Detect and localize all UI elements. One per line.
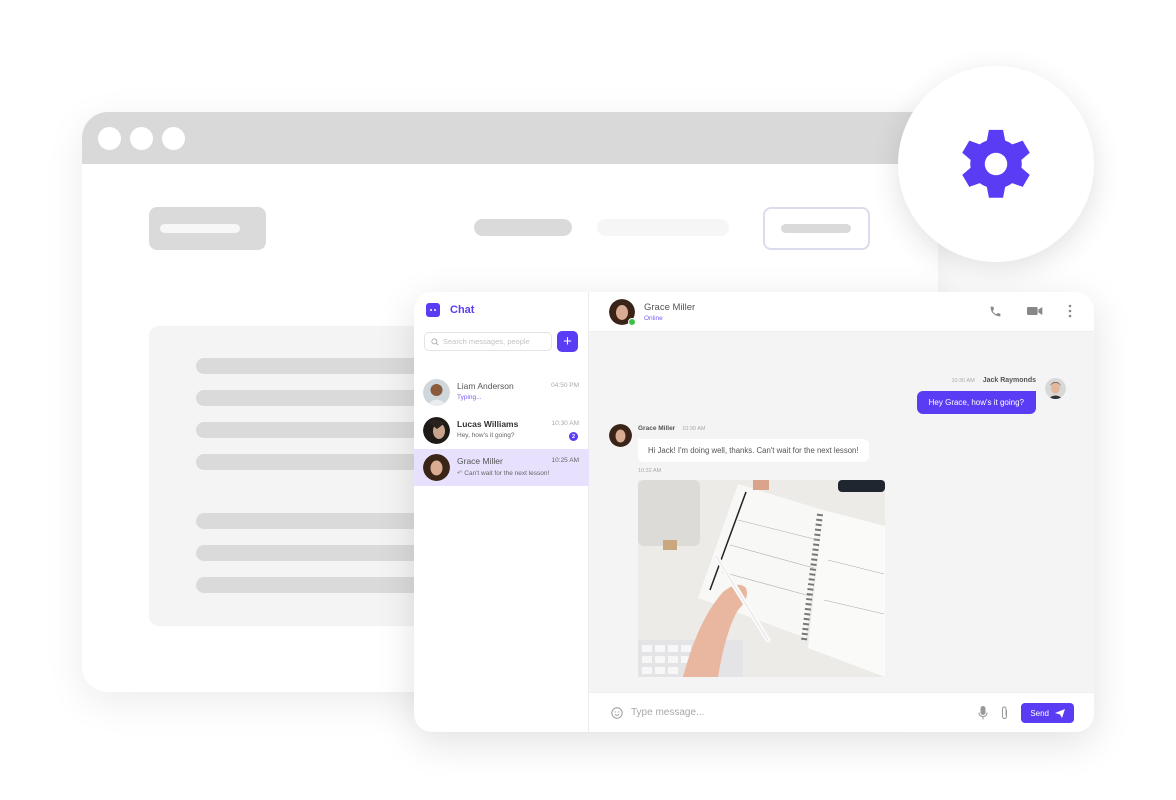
chat-header: Grace Miller Online <box>589 292 1094 332</box>
incoming-message-bubble: Hi Jack! I'm doing well, thanks. Can't w… <box>638 439 869 462</box>
message-composer: Send <box>589 692 1094 732</box>
chat-brand: Chat <box>426 303 474 317</box>
outgoing-message-bubble: Hey Grace, how's it going? <box>916 391 1036 414</box>
contact-name: Lucas Williams <box>457 419 519 429</box>
message-preview: ↶ Can't wait for the next lesson! <box>457 470 550 477</box>
contact-status: Online <box>644 314 663 322</box>
contact-avatar[interactable] <box>609 298 636 326</box>
more-vertical-icon[interactable] <box>1068 304 1072 318</box>
placeholder-button <box>763 207 870 250</box>
avatar <box>423 454 450 481</box>
gear-icon <box>962 129 1030 198</box>
browser-title-bar <box>82 112 938 164</box>
avatar <box>423 417 450 444</box>
phone-icon[interactable] <box>989 305 1002 318</box>
chat-bubble-icon <box>426 303 440 317</box>
message-list: 10:30 AM Jack Raymonds Hey Grace, how's … <box>589 332 1094 692</box>
conversation-pane: Grace Miller Online 10:30 AM Jack Raymon… <box>589 292 1094 732</box>
message-sender: Jack Raymonds <box>982 377 1036 384</box>
message-sender: Grace Miller <box>638 425 676 432</box>
chat-window: Chat + Liam Anderson Typing... 04:50 PM <box>414 292 1094 732</box>
conversation-item-active[interactable]: Grace Miller ↶ Can't wait for the next l… <box>414 449 589 486</box>
search-box[interactable] <box>424 332 552 351</box>
conversation-sidebar: Chat + Liam Anderson Typing... 04:50 PM <box>414 292 589 732</box>
window-control-dot <box>162 126 185 150</box>
avatar <box>1045 378 1066 399</box>
contact-name: Liam Anderson <box>457 381 514 391</box>
send-label: Send <box>1030 708 1049 718</box>
conversation-time: 04:50 PM <box>551 382 579 389</box>
message-preview: Hey, how's it going? <box>457 432 515 439</box>
message-meta: 10:30 AM Jack Raymonds <box>951 377 1036 384</box>
conversation-time: 10:25 AM <box>551 457 579 464</box>
window-control-dot <box>98 126 121 150</box>
typing-indicator: Typing... <box>457 394 482 401</box>
paper-plane-icon <box>1055 708 1065 718</box>
message-time: 10:30 AM <box>951 378 975 384</box>
window-control-dot <box>130 126 153 150</box>
image-attachment[interactable] <box>638 480 885 677</box>
reply-icon: ↶ <box>457 470 463 477</box>
placeholder-nav-item <box>597 219 729 236</box>
message-time: 10:30 AM <box>682 426 706 432</box>
settings-badge <box>898 66 1094 262</box>
avatar <box>609 424 632 447</box>
emoji-icon[interactable] <box>611 706 623 719</box>
unread-badge: 2 <box>569 432 578 441</box>
search-input[interactable] <box>443 337 543 346</box>
contact-name: Grace Miller <box>644 301 696 313</box>
conversation-item[interactable]: Liam Anderson Typing... 04:50 PM <box>414 374 589 411</box>
message-meta: Grace Miller 10:30 AM <box>638 425 705 432</box>
microphone-icon[interactable] <box>978 706 988 720</box>
paperclip-icon[interactable] <box>1000 706 1009 720</box>
contact-name: Grace Miller <box>457 456 503 466</box>
conversation-time: 10:30 AM <box>551 420 579 427</box>
planner-photo <box>638 480 885 677</box>
placeholder-nav-item <box>474 219 572 236</box>
message-time: 10:32 AM <box>638 468 662 474</box>
avatar <box>423 379 450 406</box>
add-conversation-button[interactable]: + <box>557 331 578 352</box>
message-input[interactable] <box>631 707 931 718</box>
plus-icon: + <box>563 333 572 350</box>
send-button[interactable]: Send <box>1021 703 1074 723</box>
search-icon <box>431 337 439 345</box>
brand-label: Chat <box>450 304 475 316</box>
placeholder-logo <box>149 207 266 250</box>
conversation-item[interactable]: Lucas Williams Hey, how's it going? 10:3… <box>414 412 589 449</box>
online-status-dot <box>628 317 636 326</box>
video-camera-icon[interactable] <box>1027 305 1043 317</box>
